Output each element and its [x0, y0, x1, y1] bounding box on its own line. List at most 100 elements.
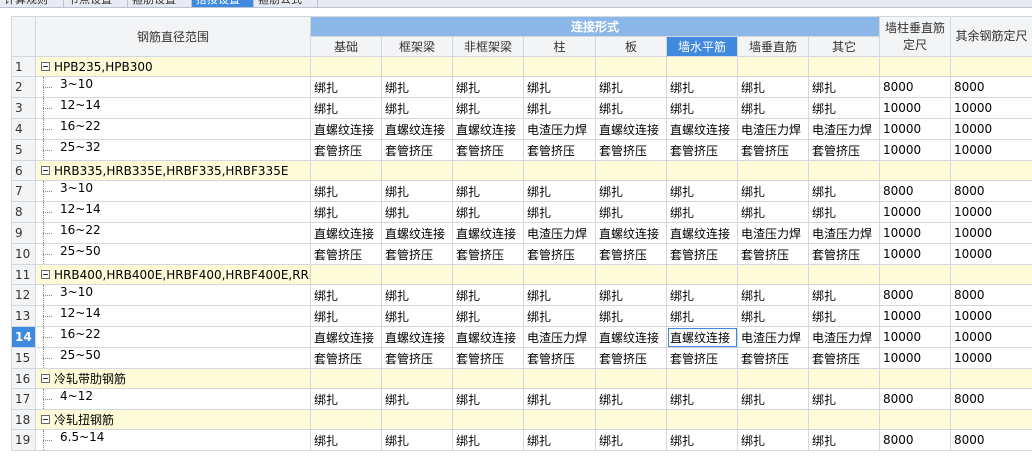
row-number[interactable]: 13	[11, 305, 36, 327]
cell-column[interactable]: 绑扎	[523, 429, 596, 451]
cell-slab[interactable]: 绑扎	[595, 305, 667, 327]
cell-other[interactable]: 电渣压力焊	[807, 118, 881, 140]
grade-group-cell[interactable]: 冷轧扭钢筋	[35, 409, 311, 430]
cell-slab[interactable]	[595, 409, 667, 430]
cell-foundation[interactable]	[310, 409, 382, 430]
cell-non-frame-beam[interactable]: 绑扎	[452, 76, 524, 98]
cell-other[interactable]: 电渣压力焊	[807, 326, 881, 348]
row-number[interactable]: 18	[11, 409, 36, 430]
header-other[interactable]: 其它	[807, 36, 881, 57]
cell-non-frame-beam[interactable]: 绑扎	[452, 429, 524, 451]
cell-slab[interactable]: 直螺纹连接	[595, 326, 667, 348]
cell-wall-vertical[interactable]	[737, 368, 809, 389]
cell-slab[interactable]: 套管挤压	[595, 243, 667, 265]
row-number[interactable]: 5	[11, 139, 36, 161]
row-number[interactable]: 17	[11, 388, 36, 410]
cell-wall-col-length[interactable]: 8000	[879, 180, 952, 202]
cell-foundation[interactable]: 套管挤压	[310, 243, 382, 265]
diameter-range-cell[interactable]: 16~22	[35, 118, 311, 140]
cell-wall-vertical[interactable]: 绑扎	[737, 305, 809, 327]
cell-column[interactable]	[523, 409, 596, 430]
cell-column[interactable]: 绑扎	[523, 76, 596, 98]
row-number[interactable]: 4	[11, 118, 36, 140]
cell-non-frame-beam[interactable]: 绑扎	[452, 305, 524, 327]
row-number[interactable]: 3	[11, 97, 36, 119]
tab-stirrup-formula[interactable]: 箍筋公式	[254, 0, 318, 7]
cell-slab[interactable]: 绑扎	[595, 76, 667, 98]
cell-column[interactable]: 电渣压力焊	[523, 326, 596, 348]
cell-frame-beam[interactable]	[381, 160, 453, 181]
cell-wall-col-length[interactable]: 10000	[879, 201, 952, 223]
cell-wall-horizontal[interactable]: 套管挤压	[666, 243, 738, 265]
collapse-toggle-icon[interactable]	[41, 165, 50, 175]
cell-slab[interactable]: 直螺纹连接	[595, 118, 667, 140]
cell-other[interactable]: 套管挤压	[807, 139, 881, 161]
cell-other[interactable]: 绑扎	[807, 429, 881, 451]
cell-wall-col-length[interactable]: 8000	[879, 76, 952, 98]
cell-wall-horizontal[interactable]: 绑扎	[666, 429, 738, 451]
cell-foundation[interactable]: 直螺纹连接	[310, 222, 382, 244]
cell-frame-beam[interactable]	[381, 264, 453, 285]
cell-other[interactable]: 绑扎	[807, 305, 881, 327]
diameter-range-cell[interactable]: 3~10	[35, 284, 311, 306]
header-foundation[interactable]: 基础	[310, 36, 382, 57]
grade-group-cell[interactable]: HPB235,HPB300	[35, 56, 311, 77]
cell-column[interactable]: 绑扎	[523, 201, 596, 223]
cell-frame-beam[interactable]: 绑扎	[381, 97, 453, 119]
cell-column[interactable]	[523, 56, 596, 77]
cell-wall-col-length[interactable]: 10000	[879, 118, 952, 140]
cell-wall-vertical[interactable]: 绑扎	[737, 201, 809, 223]
cell-wall-vertical[interactable]: 套管挤压	[737, 139, 809, 161]
cell-wall-horizontal[interactable]	[666, 264, 738, 285]
cell-wall-col-length[interactable]: 10000	[879, 243, 952, 265]
row-number[interactable]: 19	[11, 429, 36, 451]
cell-frame-beam[interactable]: 绑扎	[381, 305, 453, 327]
grade-group-cell[interactable]: HRB335,HRB335E,HRBF335,HRBF335E	[35, 160, 311, 181]
tab-calc-rules[interactable]: 计算规则	[0, 0, 64, 7]
header-wall-vertical[interactable]: 墙垂直筋	[737, 36, 809, 57]
cell-wall-col-length[interactable]	[879, 368, 952, 389]
cell-non-frame-beam[interactable]: 绑扎	[452, 388, 524, 410]
cell-other-length[interactable]: 10000	[950, 97, 1032, 119]
cell-wall-horizontal[interactable]: 绑扎	[666, 97, 738, 119]
row-number[interactable]: 12	[11, 284, 36, 306]
cell-frame-beam[interactable]: 绑扎	[381, 76, 453, 98]
cell-other[interactable]: 绑扎	[807, 284, 881, 306]
cell-foundation[interactable]: 绑扎	[310, 76, 382, 98]
cell-foundation[interactable]: 直螺纹连接	[310, 326, 382, 348]
tab-stirrup-settings[interactable]: 箍筋设置	[128, 0, 192, 7]
cell-wall-col-length[interactable]: 10000	[879, 222, 952, 244]
cell-column[interactable]: 套管挤压	[523, 139, 596, 161]
cell-other-length[interactable]: 8000	[950, 180, 1032, 202]
cell-non-frame-beam[interactable]: 套管挤压	[452, 139, 524, 161]
cell-wall-col-length[interactable]	[879, 160, 952, 181]
cell-other[interactable]: 绑扎	[807, 201, 881, 223]
cell-wall-vertical[interactable]	[737, 160, 809, 181]
cell-wall-col-length[interactable]: 8000	[879, 429, 952, 451]
cell-foundation[interactable]	[310, 56, 382, 77]
cell-frame-beam[interactable]: 套管挤压	[381, 347, 453, 369]
cell-other-length[interactable]	[950, 160, 1032, 181]
cell-foundation[interactable]	[310, 264, 382, 285]
cell-wall-horizontal[interactable]: 套管挤压	[666, 139, 738, 161]
cell-non-frame-beam[interactable]	[452, 409, 524, 430]
cell-column[interactable]: 绑扎	[523, 305, 596, 327]
cell-foundation[interactable]	[310, 160, 382, 181]
diameter-range-cell[interactable]: 12~14	[35, 97, 311, 119]
row-number[interactable]: 8	[11, 201, 36, 223]
collapse-toggle-icon[interactable]	[41, 269, 50, 279]
cell-column[interactable]: 套管挤压	[523, 243, 596, 265]
header-wall-horizontal[interactable]: 墙水平筋	[666, 36, 738, 57]
cell-column[interactable]: 绑扎	[523, 97, 596, 119]
cell-column[interactable]: 绑扎	[523, 180, 596, 202]
cell-wall-horizontal[interactable]: 绑扎	[666, 180, 738, 202]
cell-non-frame-beam[interactable]	[452, 56, 524, 77]
cell-other-length[interactable]: 10000	[950, 326, 1032, 348]
cell-column[interactable]: 绑扎	[523, 284, 596, 306]
diameter-range-cell[interactable]: 6.5~14	[35, 429, 311, 451]
diameter-range-cell[interactable]: 12~14	[35, 201, 311, 223]
cell-other-length[interactable]: 10000	[950, 222, 1032, 244]
row-number[interactable]: 9	[11, 222, 36, 244]
cell-foundation[interactable]: 绑扎	[310, 429, 382, 451]
cell-slab[interactable]: 直螺纹连接	[595, 222, 667, 244]
